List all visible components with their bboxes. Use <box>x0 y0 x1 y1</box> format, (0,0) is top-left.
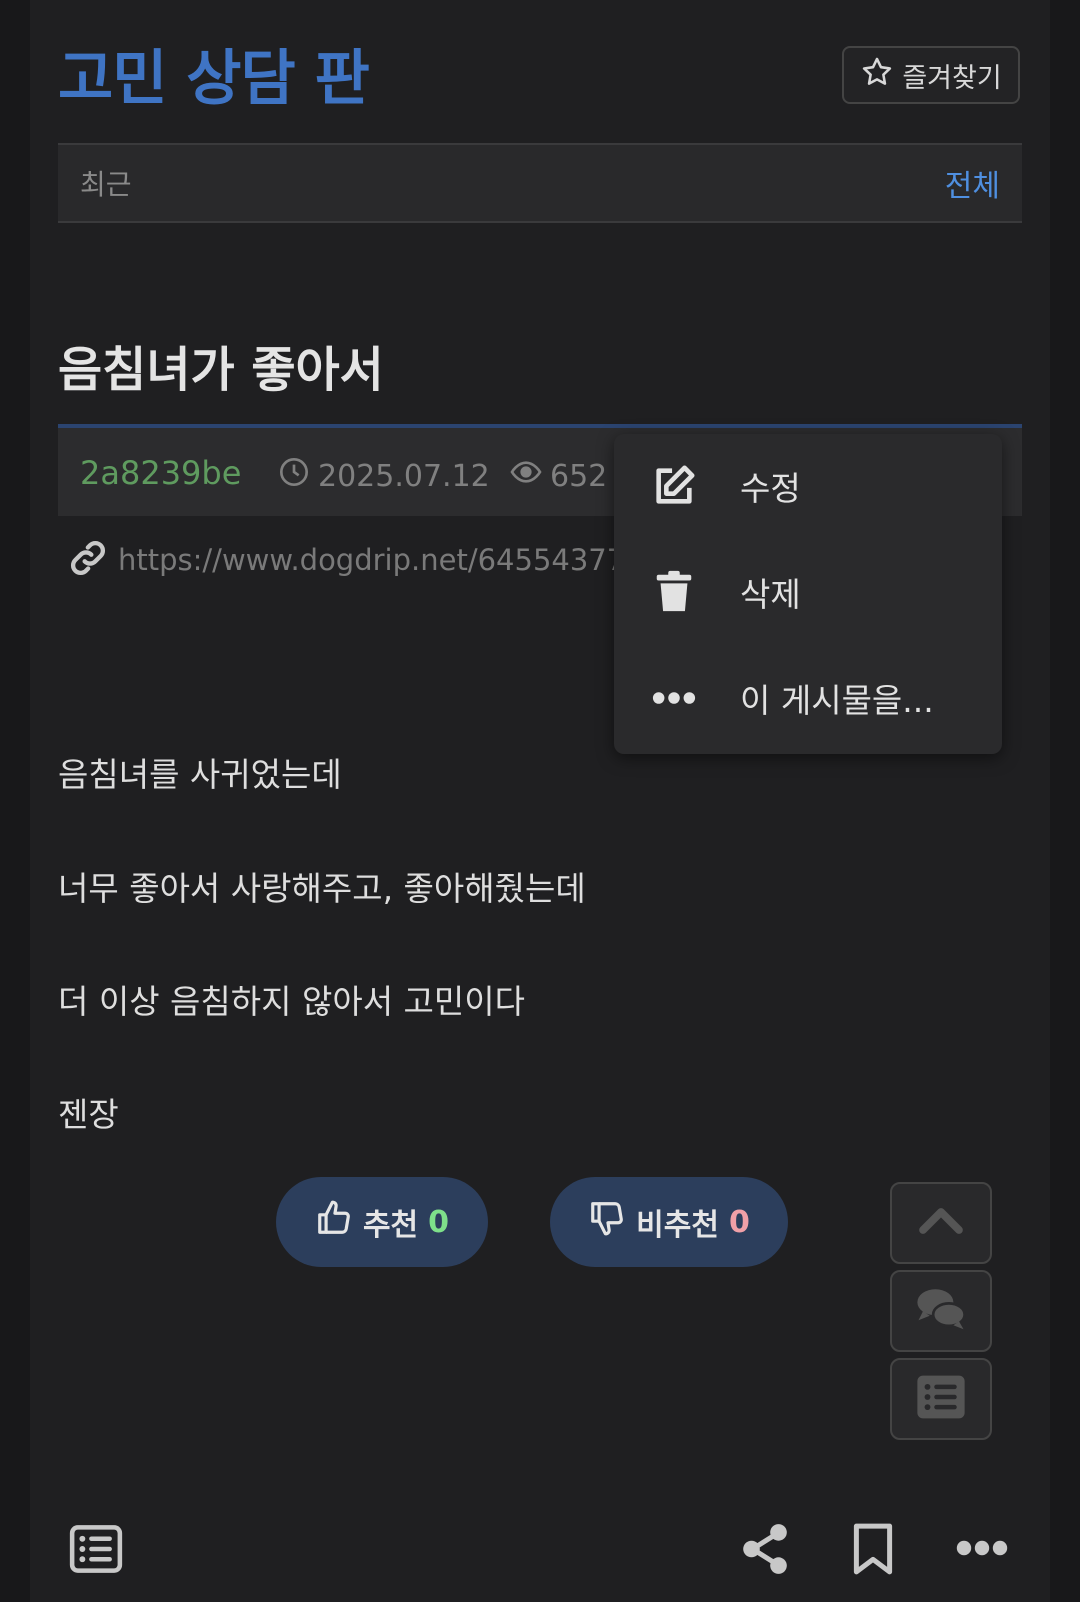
menu-item-edit[interactable]: 수정 <box>614 436 1002 536</box>
menu-item-label: 이 게시물을... <box>740 681 934 720</box>
star-icon <box>860 55 894 96</box>
share-button[interactable] <box>740 1522 790 1576</box>
post-body-line: 더 이상 음침하지 않아서 고민이다 <box>58 982 525 1021</box>
scroll-top-button[interactable] <box>890 1182 992 1264</box>
tab-all[interactable]: 전체 <box>945 161 1000 205</box>
favorite-button[interactable]: 즐겨찾기 <box>842 46 1020 104</box>
post-body-line: 음침녀를 사귀었는데 <box>58 755 342 794</box>
thumbs-down-icon <box>588 1199 626 1245</box>
post-body-line: 젠장 <box>58 1095 119 1134</box>
bookmark-icon <box>852 1523 894 1580</box>
downvote-count: 0 <box>728 1204 750 1240</box>
bookmark-button[interactable] <box>852 1522 894 1576</box>
trash-icon <box>650 568 698 616</box>
favorite-label: 즐겨찾기 <box>902 62 1002 94</box>
board-title[interactable]: 고민 상담 판 <box>58 30 370 117</box>
post-views: 652 <box>510 456 607 496</box>
menu-item-label: 수정 <box>740 469 801 508</box>
post-author[interactable]: 2a8239be <box>80 454 241 492</box>
clock-icon <box>278 456 310 496</box>
post-views-text: 652 <box>550 458 608 494</box>
upvote-button[interactable]: 추천 0 <box>276 1177 488 1267</box>
downvote-button[interactable]: 비추천 0 <box>550 1177 788 1267</box>
post-title: 음침녀가 좋아서 <box>58 342 384 398</box>
post-url[interactable]: https://www.dogdrip.net/645543775 <box>118 543 644 577</box>
eye-icon <box>510 456 542 496</box>
post-link[interactable]: https://www.dogdrip.net/645543775 <box>68 538 644 582</box>
more-dots-icon <box>650 674 698 722</box>
tab-bar: 최근 전체 <box>58 143 1022 223</box>
upvote-count: 0 <box>428 1204 450 1240</box>
upvote-label: 추천 <box>362 1208 419 1243</box>
post-context-menu: 수정 삭제 이 게시물을... <box>614 434 1002 754</box>
share-icon <box>740 1524 790 1580</box>
list-icon <box>68 1525 124 1578</box>
thumbs-up-icon <box>315 1199 353 1245</box>
tab-recent[interactable]: 최근 <box>80 163 132 203</box>
comments-icon <box>914 1282 968 1340</box>
menu-item-delete[interactable]: 삭제 <box>614 542 1002 642</box>
comments-button[interactable] <box>890 1270 992 1352</box>
link-icon <box>68 538 108 582</box>
chevron-up-icon <box>914 1194 968 1252</box>
menu-item-more[interactable]: 이 게시물을... <box>614 648 1002 748</box>
list-button[interactable] <box>890 1358 992 1440</box>
more-icon <box>956 1540 1008 1564</box>
menu-item-label: 삭제 <box>740 575 801 614</box>
bottom-list-button[interactable] <box>68 1524 124 1574</box>
post-date-text: 2025.07.12 <box>318 458 490 494</box>
edit-icon <box>650 462 698 510</box>
list-icon <box>914 1370 968 1428</box>
post-body-line: 너무 좋아서 사랑해주고, 좋아해줬는데 <box>58 869 586 908</box>
downvote-label: 비추천 <box>636 1208 719 1243</box>
post-date: 2025.07.12 <box>278 456 490 496</box>
more-button[interactable] <box>956 1536 1008 1560</box>
